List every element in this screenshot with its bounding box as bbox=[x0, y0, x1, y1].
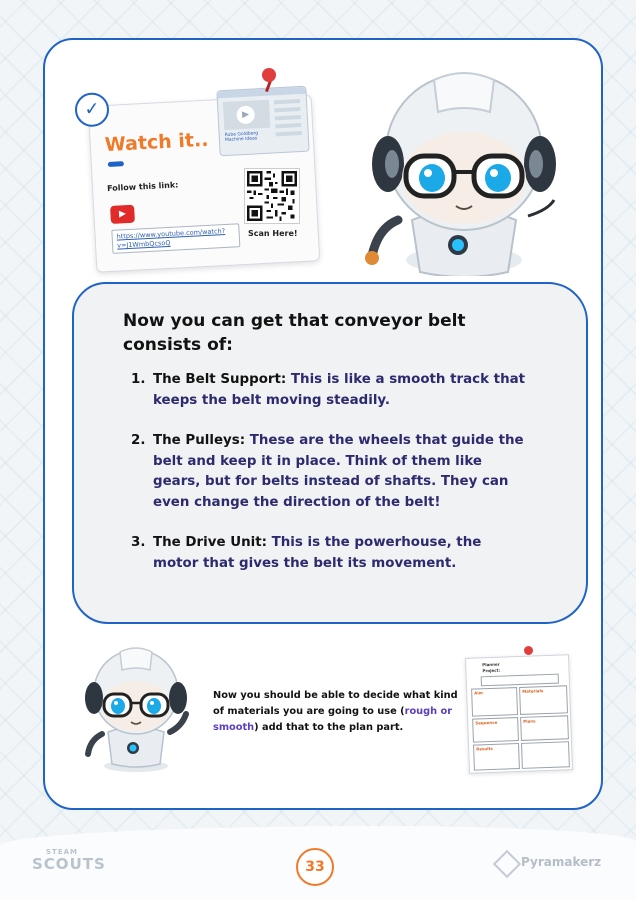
video-caption: Rube Goldberg Machine Ideas bbox=[224, 131, 259, 144]
bottom-text-after: ) add that to the plan part. bbox=[254, 722, 404, 733]
sidebar-lines bbox=[273, 99, 301, 105]
video-thumbnail[interactable]: ▶ Rube Goldberg Machine Ideas bbox=[216, 85, 310, 157]
plan-cell-sequence: Sequence bbox=[472, 717, 519, 743]
robot-illustration-small bbox=[85, 647, 189, 772]
steam-scouts-logo: STEAM SCOUTS bbox=[32, 848, 106, 876]
item-term: The Drive Unit: bbox=[153, 535, 267, 550]
check-icon: ✓ bbox=[74, 91, 110, 128]
plan-title: Planner bbox=[482, 661, 500, 668]
logo-bottom-text: SCOUTS bbox=[32, 855, 106, 873]
qr-code[interactable] bbox=[244, 168, 300, 224]
plan-subtitle: Project: bbox=[482, 667, 501, 674]
plan-cell-aim: Aim bbox=[471, 687, 519, 717]
robot-illustration-large bbox=[365, 72, 556, 276]
item-term: The Pulleys: bbox=[153, 433, 246, 448]
title-underline bbox=[107, 161, 124, 168]
plan-cell-results: Results bbox=[473, 743, 520, 771]
plan-cell-materials: Materials bbox=[519, 685, 569, 715]
plan-cell-plans: Plans bbox=[520, 715, 569, 741]
plan-pushpin-icon bbox=[524, 646, 533, 655]
panel-heading: Now you can get that conveyor belt consi… bbox=[123, 311, 466, 355]
page-number: 33 bbox=[296, 848, 334, 886]
bottom-instructions: Now you should be able to decide what ki… bbox=[213, 688, 463, 736]
list-item: 2. The Pulleys: These are the wheels that… bbox=[131, 431, 531, 513]
plan-card: Planner Project: Aim Materials Sequence … bbox=[465, 654, 573, 774]
brand-name: Pyramakerz bbox=[521, 855, 602, 869]
follow-label: Follow this link: bbox=[106, 180, 179, 194]
youtube-icon[interactable]: ▶ bbox=[110, 204, 135, 224]
item-term: The Belt Support: bbox=[153, 372, 287, 387]
item-number: 2. bbox=[131, 433, 146, 448]
video-link[interactable]: https://www.youtube.com/watch?v=J1WmbQcs… bbox=[111, 223, 241, 254]
plan-cell-notes bbox=[521, 741, 570, 769]
item-number: 1. bbox=[131, 372, 146, 387]
parts-list: 1. The Belt Support: This is like a smoot… bbox=[131, 370, 531, 594]
plan-cell-project bbox=[480, 673, 559, 687]
item-number: 3. bbox=[131, 535, 146, 550]
watch-title: Watch it.. bbox=[104, 128, 209, 157]
list-item: 3. The Drive Unit: This is the powerhouse… bbox=[131, 533, 531, 574]
scan-label: Scan Here! bbox=[248, 229, 298, 238]
pushpin-icon bbox=[262, 68, 276, 82]
list-item: 1. The Belt Support: This is like a smoot… bbox=[131, 370, 531, 411]
